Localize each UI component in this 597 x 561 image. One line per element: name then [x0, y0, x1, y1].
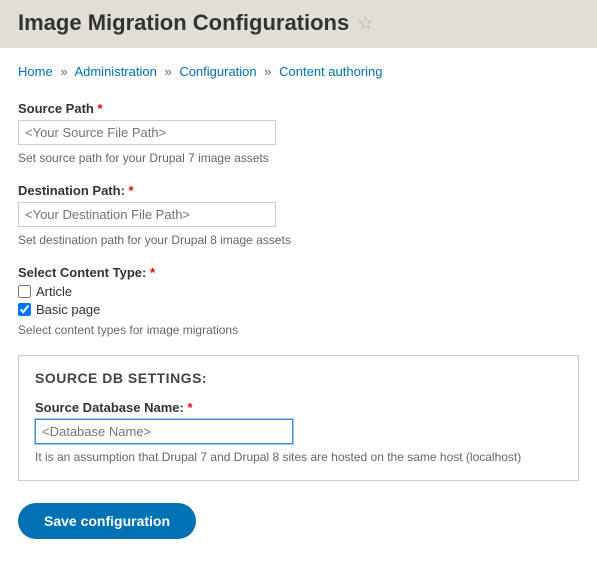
- destination-path-field: Destination Path: * Set destination path…: [18, 183, 579, 247]
- required-marker: *: [187, 400, 192, 415]
- fieldset-legend: SOURCE DB SETTINGS:: [35, 370, 562, 386]
- destination-path-description: Set destination path for your Drupal 8 i…: [18, 233, 579, 247]
- db-name-description: It is an assumption that Drupal 7 and Dr…: [35, 450, 562, 464]
- label-text: Select Content Type:: [18, 265, 146, 280]
- content-type-label: Select Content Type: *: [18, 265, 579, 280]
- breadcrumb: Home » Administration » Configuration » …: [18, 64, 579, 79]
- required-marker: *: [129, 183, 134, 198]
- breadcrumb-administration[interactable]: Administration: [74, 64, 156, 79]
- star-icon[interactable]: ☆: [357, 13, 373, 34]
- breadcrumb-home[interactable]: Home: [18, 64, 53, 79]
- label-text: Destination Path:: [18, 183, 125, 198]
- content-type-description: Select content types for image migration…: [18, 323, 579, 337]
- label-text: Source Path: [18, 101, 94, 116]
- basic-page-checkbox[interactable]: [18, 303, 31, 316]
- required-marker: *: [150, 265, 155, 280]
- content-type-field: Select Content Type: * Article Basic pag…: [18, 265, 579, 337]
- db-name-label: Source Database Name: *: [35, 400, 562, 415]
- label-text: Source Database Name:: [35, 400, 184, 415]
- source-path-input[interactable]: [18, 120, 276, 145]
- breadcrumb-sep: »: [164, 64, 171, 79]
- page-title: Image Migration Configurations: [18, 10, 349, 36]
- page-header: Image Migration Configurations ☆: [0, 0, 597, 48]
- save-configuration-button[interactable]: Save configuration: [18, 503, 196, 539]
- basic-page-checkbox-label: Basic page: [36, 302, 100, 317]
- source-path-label: Source Path *: [18, 101, 579, 116]
- breadcrumb-sep: »: [60, 64, 67, 79]
- source-path-description: Set source path for your Drupal 7 image …: [18, 151, 579, 165]
- source-db-fieldset: SOURCE DB SETTINGS: Source Database Name…: [18, 355, 579, 481]
- source-path-field: Source Path * Set source path for your D…: [18, 101, 579, 165]
- breadcrumb-content-authoring[interactable]: Content authoring: [279, 64, 382, 79]
- article-checkbox[interactable]: [18, 285, 31, 298]
- destination-path-input[interactable]: [18, 202, 276, 227]
- checkbox-row-article: Article: [18, 284, 579, 299]
- article-checkbox-label: Article: [36, 284, 72, 299]
- breadcrumb-configuration[interactable]: Configuration: [179, 64, 256, 79]
- breadcrumb-sep: »: [264, 64, 271, 79]
- destination-path-label: Destination Path: *: [18, 183, 579, 198]
- content-area: Home » Administration » Configuration » …: [0, 48, 597, 555]
- db-name-input[interactable]: [35, 419, 293, 444]
- checkbox-row-basic-page: Basic page: [18, 302, 579, 317]
- required-marker: *: [97, 101, 102, 116]
- db-name-field: Source Database Name: * It is an assumpt…: [35, 400, 562, 464]
